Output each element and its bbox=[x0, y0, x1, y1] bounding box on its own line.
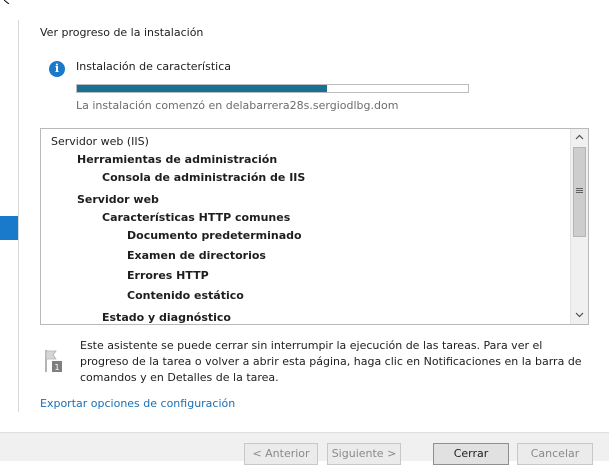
feature-list-item: Examen de directorios bbox=[127, 249, 266, 262]
feature-list-item: Servidor web (IIS) bbox=[51, 135, 149, 148]
vertical-scrollbar[interactable] bbox=[570, 129, 588, 324]
feature-list-item: Herramientas de administración bbox=[77, 153, 278, 166]
notification-flag-icon: 1 bbox=[45, 350, 62, 372]
feature-results-list[interactable]: Servidor web (IIS) Herramientas de admini… bbox=[40, 128, 589, 325]
feature-list-item: Características HTTP comunes bbox=[102, 211, 291, 224]
scroll-up-button[interactable] bbox=[571, 129, 588, 146]
feature-list-item: Contenido estático bbox=[127, 289, 244, 302]
grip-icon bbox=[576, 188, 583, 189]
chevron-down-icon bbox=[575, 312, 584, 318]
cancel-button[interactable]: Cancelar bbox=[517, 443, 593, 465]
install-started-text: La instalación comenzó en delabarrera28s… bbox=[76, 99, 399, 112]
scrollbar-thumb[interactable] bbox=[573, 147, 586, 237]
page-title: Ver progreso de la instalación bbox=[40, 26, 204, 39]
install-status-label: Instalación de característica bbox=[76, 60, 231, 73]
chevron-up-icon bbox=[575, 134, 584, 140]
next-button[interactable]: Siguiente > bbox=[327, 443, 401, 465]
close-wizard-note: Este asistente se puede cerrar sin inter… bbox=[80, 339, 582, 384]
feature-list-item: Documento predeterminado bbox=[127, 229, 302, 242]
feature-list-item: Estado y diagnóstico bbox=[102, 311, 231, 324]
feature-list-item: Consola de administración de IIS bbox=[102, 171, 306, 184]
install-progress-bar bbox=[76, 84, 469, 93]
export-settings-link[interactable]: Exportar opciones de configuración bbox=[40, 397, 235, 410]
cursor-fragment-icon bbox=[4, 0, 10, 4]
feature-list-item: Servidor web bbox=[77, 193, 159, 206]
info-icon: i bbox=[49, 61, 65, 77]
nav-selected-marker bbox=[0, 216, 18, 240]
feature-list-item: Errores HTTP bbox=[127, 269, 209, 282]
previous-button[interactable]: < Anterior bbox=[244, 443, 318, 465]
scroll-down-button[interactable] bbox=[571, 307, 588, 324]
close-button[interactable]: Cerrar bbox=[433, 443, 509, 465]
left-divider bbox=[18, 20, 19, 412]
svg-text:1: 1 bbox=[54, 363, 59, 372]
install-progress-fill bbox=[77, 85, 328, 92]
